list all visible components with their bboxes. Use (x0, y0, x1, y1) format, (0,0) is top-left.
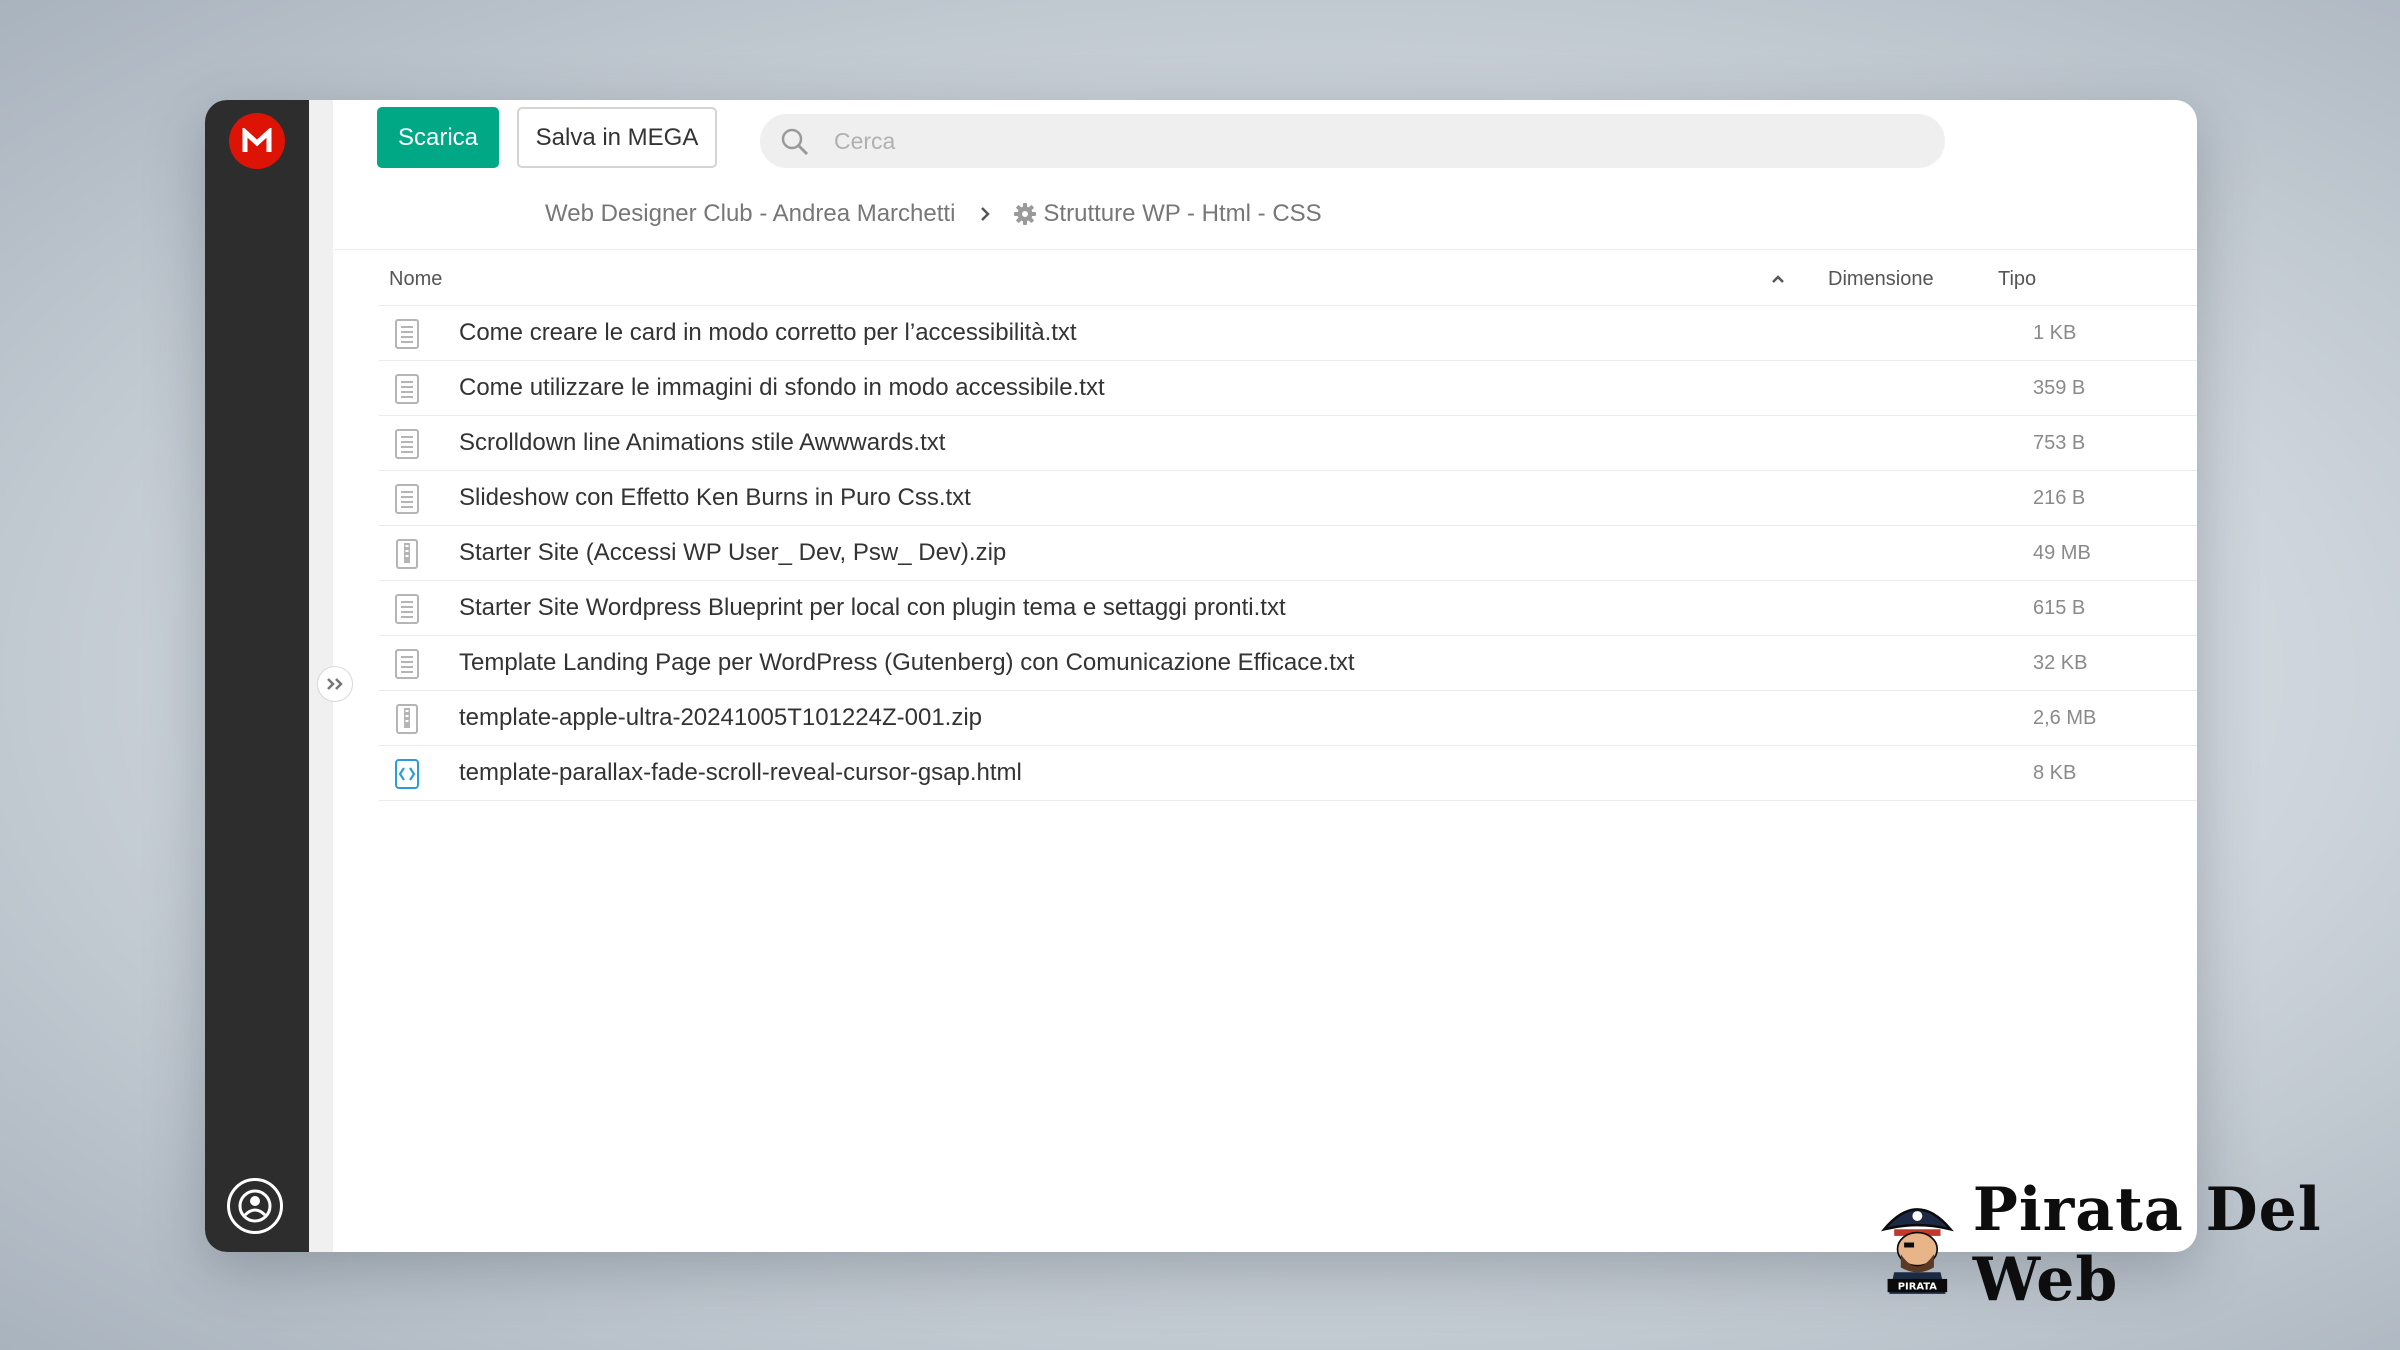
download-button[interactable]: Scarica (377, 107, 499, 168)
file-name: template-parallax-fade-scroll-reveal-cur… (459, 759, 1022, 786)
file-name: Come creare le card in modo corretto per… (459, 319, 1077, 346)
sidebar (205, 100, 309, 1252)
file-row[interactable]: Come creare le card in modo corretto per… (379, 306, 2197, 361)
pirate-mascot-logo: PIRATA (1880, 1208, 1954, 1294)
file-name: Come utilizzare le immagini di sfondo in… (459, 374, 1105, 401)
file-row[interactable]: template-apple-ultra-20241005T101224Z-00… (379, 691, 2197, 746)
breadcrumb-item-current[interactable]: Strutture WP - Html - CSS (1043, 200, 1321, 228)
file-size: 8 KB (2033, 762, 2077, 784)
text-file-icon (393, 429, 421, 459)
text-file-icon (393, 594, 421, 624)
file-name: Slideshow con Effetto Ken Burns in Puro … (459, 484, 971, 511)
file-row[interactable]: template-parallax-fade-scroll-reveal-cur… (379, 746, 2197, 801)
file-name: Starter Site (Accessi WP User_ Dev, Psw_… (459, 539, 1007, 566)
gear-icon (1013, 202, 1037, 226)
breadcrumb: Web Designer Club - Andrea Marchetti Str… (545, 194, 1322, 234)
mega-logo-icon[interactable] (229, 113, 285, 169)
column-header-type[interactable]: Tipo (1998, 264, 2036, 294)
chevron-right-icon (979, 206, 991, 222)
sort-ascending-icon[interactable] (1770, 272, 1786, 290)
file-size: 49 MB (2033, 542, 2091, 564)
file-name: Scrolldown line Animations stile Awwward… (459, 429, 946, 456)
file-row[interactable]: Scrolldown line Animations stile Awwward… (379, 416, 2197, 471)
file-size: 753 B (2033, 432, 2086, 454)
pirata-del-web-watermark: PIRATA Pirata Del Web (1876, 1175, 2400, 1315)
file-size: 359 B (2033, 377, 2086, 399)
text-file-icon (393, 484, 421, 514)
search-bar[interactable] (760, 114, 1945, 168)
mega-window: Scarica Salva in MEGA Web Designer Club … (205, 100, 2197, 1252)
text-file-icon (393, 374, 421, 404)
text-file-icon (393, 649, 421, 679)
file-size: 32 KB (2033, 652, 2088, 674)
search-icon (780, 127, 810, 162)
file-size: 2,6 MB (2033, 707, 2097, 729)
file-list: Come creare le card in modo corretto per… (379, 306, 2197, 801)
file-size: 615 B (2033, 597, 2086, 619)
html-file-icon (393, 759, 421, 789)
file-size: 1 KB (2033, 322, 2077, 344)
brand-text: Pirata Del Web (1972, 1175, 2322, 1315)
file-name: Starter Site Wordpress Blueprint per loc… (459, 594, 1286, 621)
file-row[interactable]: Slideshow con Effetto Ken Burns in Puro … (379, 471, 2197, 526)
file-name: template-apple-ultra-20241005T101224Z-00… (459, 704, 983, 731)
zip-file-icon (393, 704, 421, 734)
search-input[interactable] (834, 114, 1914, 168)
breadcrumb-item-root[interactable]: Web Designer Club - Andrea Marchetti (545, 200, 955, 228)
file-size: 216 B (2033, 487, 2086, 509)
save-to-mega-button[interactable]: Salva in MEGA (517, 107, 717, 168)
svg-text:PIRATA: PIRATA (1898, 1282, 1937, 1293)
column-header-size[interactable]: Dimensione (1828, 264, 1934, 294)
file-row[interactable]: Come utilizzare le immagini di sfondo in… (379, 361, 2197, 416)
header-divider (335, 249, 2197, 250)
file-row[interactable]: Starter Site Wordpress Blueprint per loc… (379, 581, 2197, 636)
text-file-icon (393, 319, 421, 349)
file-row[interactable]: Starter Site (Accessi WP User_ Dev, Psw_… (379, 526, 2197, 581)
file-row[interactable]: Template Landing Page per WordPress (Gut… (379, 636, 2197, 691)
chevrons-right-icon[interactable] (317, 666, 353, 702)
zip-file-icon (393, 539, 421, 569)
column-header-name[interactable]: Nome (389, 264, 442, 294)
file-name: Template Landing Page per WordPress (Gut… (459, 649, 1355, 676)
account-icon[interactable] (227, 1178, 283, 1234)
